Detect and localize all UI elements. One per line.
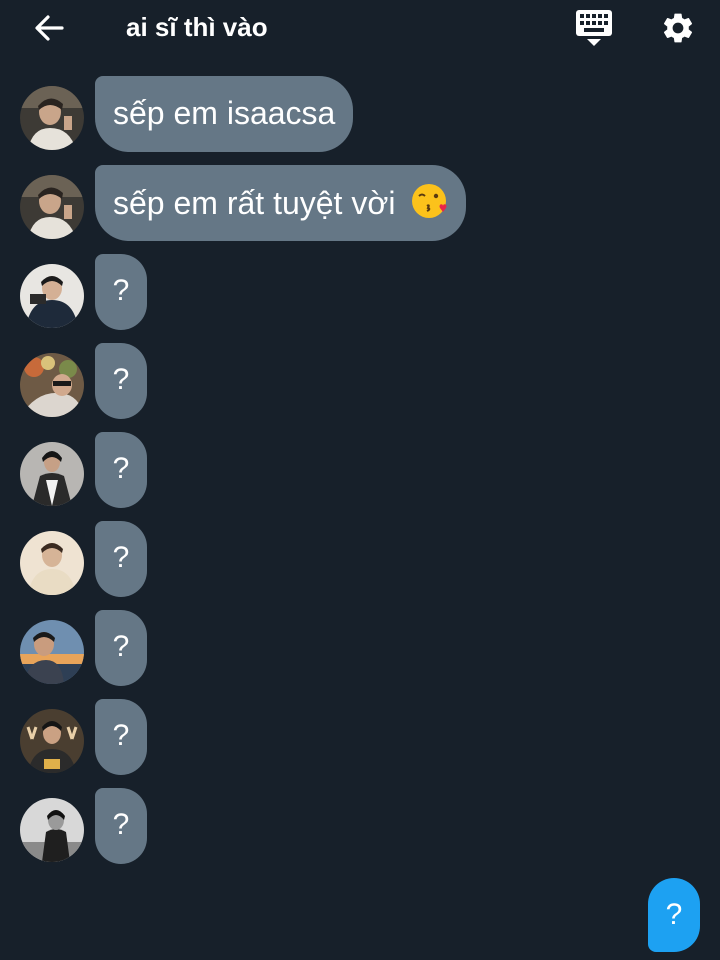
avatar-photo [20,709,84,773]
avatar-photo [20,175,84,239]
message-bubble[interactable]: ? [95,788,147,864]
keyboard-icon [576,10,612,46]
message-bubble[interactable]: ? [95,254,147,330]
message-text: ? [112,541,130,574]
message-bubble[interactable]: ? [95,610,147,686]
message-text: ? [112,363,130,396]
header: ai sĩ thì vào [0,0,720,56]
avatar[interactable] [20,798,84,862]
back-button[interactable] [28,8,70,48]
message-text: ? [112,630,130,663]
settings-button[interactable] [656,6,700,50]
message-bubble[interactable]: ? [95,521,147,597]
message-bubble[interactable]: ? [95,343,147,419]
avatar-photo [20,620,84,684]
avatar[interactable] [20,264,84,328]
message-bubble[interactable]: ? [95,699,147,775]
ask-question-button[interactable]: ? [648,878,700,952]
message-text: ? [112,452,130,485]
message-text: ? [112,274,130,307]
avatar[interactable] [20,442,84,506]
message-text: sếp em isaacsa [113,95,336,131]
arrow-left-icon [35,15,64,41]
fab-label: ? [665,898,683,931]
message-bubble[interactable]: ? [95,432,147,508]
avatar[interactable] [20,353,84,417]
avatar-photo [20,86,84,150]
message-text: sếp em rất tuyệt vời [113,185,396,221]
message-text: ? [112,719,130,752]
kissing-face-icon [412,184,447,218]
avatar-photo [20,353,84,417]
avatar-photo [20,531,84,595]
avatar-photo [20,442,84,506]
message-bubble[interactable]: sếp em isaacsa [95,76,354,152]
avatar[interactable] [20,709,84,773]
avatar[interactable] [20,620,84,684]
avatar-photo [20,264,84,328]
page-title: ai sĩ thì vào [126,12,268,42]
avatar[interactable] [20,531,84,595]
avatar[interactable] [20,175,84,239]
message-bubble[interactable]: sếp em rất tuyệt vời [95,165,467,241]
keyboard-button[interactable] [572,6,616,50]
gear-icon [663,13,693,43]
message-text: ? [112,808,130,841]
chat-screen: ai sĩ thì vào sếp em isaacsa sếp em rất … [0,0,720,960]
avatar-photo [20,798,84,862]
avatar[interactable] [20,86,84,150]
